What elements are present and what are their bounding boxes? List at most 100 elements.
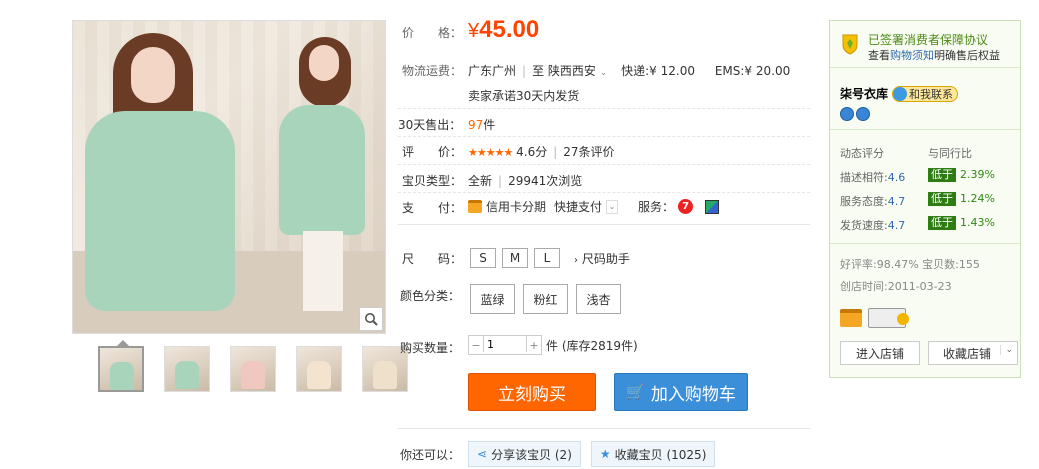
favorite-button[interactable]: ★ 收藏宝贝 (1025) [590,441,716,467]
divider [830,243,1020,244]
seven-day-return-icon[interactable]: 7 [678,199,694,214]
contact-button[interactable]: 和我联系 [892,85,959,102]
color-option-teal[interactable]: 蓝绿 [470,284,515,314]
divider [398,136,810,137]
shop-stats: 好评率:98.47% 宝贝数:155 [840,256,980,272]
sold-unit: 件 [483,118,496,132]
color-option-apricot[interactable]: 浅杏 [576,284,621,314]
enter-shop-button[interactable]: 进入店铺 [840,341,920,365]
certificate-icon[interactable] [868,308,909,328]
buy-now-button[interactable]: 立刻购买 [468,373,596,411]
ship-promise: 卖家承诺30天内发货 [468,89,580,103]
credit-installment[interactable]: 信用卡分期 [486,198,546,215]
price-label: 价 格： [402,26,463,40]
service-label: 服务： [638,200,675,214]
shop-created: 创店时间:2011-03-23 [840,280,952,293]
shop-actions: 进入店铺 收藏店铺 ⌄ [840,341,1018,365]
stock-info: 件 (库存2819件) [546,338,638,353]
item-count: 宝贝数:155 [922,258,980,271]
payment-info: 信用卡分期 快捷支付 ⌄ 服务： 7 [468,198,720,215]
invoice-icon[interactable] [705,199,720,214]
sold-label: 30天售出： [398,118,462,132]
divider [830,129,1020,130]
magnifier-icon[interactable] [359,307,383,331]
cart-icon: 🛒 [626,383,645,401]
seller-panel: 已签署消费者保障协议 查看购物须知明确售后权益 柒号衣库 和我联系 动态评分 与… [829,20,1021,378]
payment-label: 支 付： [402,201,463,215]
review-count-link[interactable]: 27条评价 [563,145,614,159]
favorite-shop-button[interactable]: 收藏店铺 ⌄ [928,341,1018,365]
divider [398,224,810,225]
share-icon: ⋖ [477,447,488,461]
chevron-down-icon[interactable]: ⌄ [606,199,619,214]
rating-info: ★★★★★ 4.6分 | 27条评价 [468,145,615,159]
color-option-pink[interactable]: 粉红 [523,284,568,314]
quantity-input[interactable] [483,336,527,352]
increment-button[interactable]: + [527,336,541,354]
color-options: 蓝绿 粉红 浅杏 [470,284,629,314]
thumbnail-3[interactable] [230,346,276,392]
type-label: 宝贝类型： [402,174,463,188]
share-button[interactable]: ⋖ 分享该宝贝 (2) [468,441,581,467]
protection-title: 已签署消费者保障协议 [868,33,989,47]
chevron-down-icon: ⌄ [599,68,608,78]
type-info: 全新 | 29941次浏览 [468,174,583,188]
credit-card-icon[interactable] [840,309,862,327]
crown-icon [840,107,854,121]
protection-icon [840,33,860,55]
color-label: 颜色分类： [400,289,461,303]
item-condition: 全新 [468,174,493,188]
sold-count: 97 [468,118,484,132]
divider [398,108,810,109]
share-label: 你还可以： [400,448,461,462]
score-compare: 低于 1.43% [928,216,995,230]
add-to-cart-button[interactable]: 🛒 加入购物车 [614,373,748,411]
quantity-label: 购买数量： [400,341,461,355]
divider [398,164,810,165]
low-badge: 低于 [928,216,956,230]
view-count: 29941次浏览 [508,174,583,188]
chevron-down-icon[interactable]: ⌄ [1000,345,1013,355]
chevron-right-icon: › [574,254,578,266]
wangwang-icon [893,86,908,101]
price-value: ¥45.00 [468,16,539,44]
model-legs-2 [303,231,343,311]
thumbnail-4[interactable] [296,346,342,392]
size-helper-link[interactable]: › 尺码助手 [574,250,630,267]
decrement-button[interactable]: − [469,336,483,354]
size-option-s[interactable]: S [470,248,496,268]
size-options: S M L › 尺码助手 [470,248,630,268]
rating-score: 4.6分 [516,145,548,159]
quick-pay[interactable]: 快捷支付 [554,198,602,215]
dynamic-label: 动态评分 [840,147,884,160]
thumbnail-strip [98,346,408,392]
shop-header: 柒号衣库 和我联系 [840,85,959,102]
thumbnail-2[interactable] [164,346,210,392]
shop-name[interactable]: 柒号衣库 [840,85,888,102]
quantity-stepper: − + [468,335,542,355]
credit-card-icon [468,200,482,213]
share-actions: ⋖ 分享该宝贝 (2) ★ 收藏宝贝 (1025) [468,441,716,467]
currency-symbol: ¥ [468,20,480,42]
shipping-row: 物流运费： [402,62,462,79]
shopping-notice-link[interactable]: 购物须知 [890,49,934,62]
low-badge: 低于 [928,192,956,206]
thumbnail-1[interactable] [98,346,144,392]
main-product-image[interactable] [72,20,386,334]
score-row: 描述相符:4.6 [840,171,906,184]
compare-label: 与同行比 [928,147,972,160]
quantity-row: − + 件 (库存2819件) [468,335,638,355]
shipping-info: 广东广州 | 至 陕西西安 ⌄ 快递:¥ 12.00 EMS:¥ 20.00 [468,64,791,78]
ship-to-select[interactable]: 陕西西安 ⌄ [548,64,607,78]
star-icon: ★ [599,447,611,461]
score-row: 发货速度:4.7 [840,219,906,232]
price-amount: 45.00 [479,16,540,43]
model-dress [85,111,235,311]
crown-icon [856,107,870,121]
size-option-l[interactable]: L [534,248,560,268]
consumer-protection: 已签署消费者保障协议 查看购物须知明确售后权益 [830,21,1020,68]
credit-level [840,107,870,121]
size-option-m[interactable]: M [502,248,528,268]
model-dress-2 [279,105,365,235]
score-compare: 低于 1.24% [928,192,995,206]
